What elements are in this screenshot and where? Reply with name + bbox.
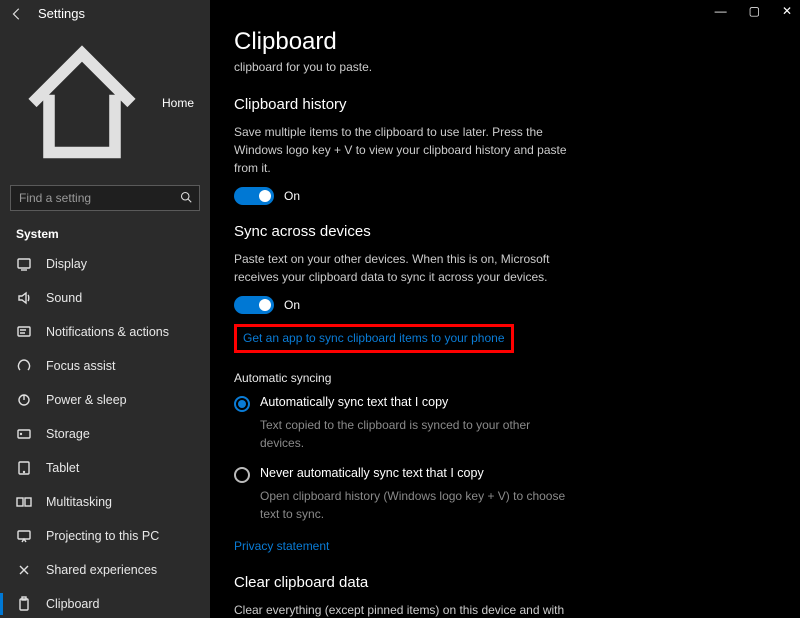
content: Clipboard clipboard for you to paste. Cl…: [210, 0, 800, 618]
privacy-link[interactable]: Privacy statement: [234, 537, 776, 556]
auto-sync-heading: Automatic syncing: [234, 371, 776, 385]
section-label: System: [0, 217, 210, 247]
sync-desc: Paste text on your other devices. When t…: [234, 250, 574, 286]
back-icon[interactable]: [10, 7, 24, 21]
radio-auto-sync-label: Automatically sync text that I copy: [260, 395, 448, 409]
sidebar-item-storage[interactable]: Storage: [0, 417, 210, 451]
tablet-icon: [16, 460, 32, 476]
sidebar-item-label: Tablet: [46, 461, 79, 475]
history-desc: Save multiple items to the clipboard to …: [234, 123, 574, 177]
sidebar-item-display[interactable]: Display: [0, 247, 210, 281]
app-title: Settings: [38, 6, 85, 21]
projecting-icon: [16, 528, 32, 544]
history-toggle[interactable]: On: [234, 187, 776, 205]
sidebar-item-power-sleep[interactable]: Power & sleep: [0, 383, 210, 417]
sidebar-item-label: Shared experiences: [46, 563, 157, 577]
clear-heading: Clear clipboard data: [234, 574, 776, 591]
sidebar-item-label: Clipboard: [46, 597, 100, 611]
minimize-button[interactable]: —: [715, 4, 727, 18]
home-label: Home: [162, 96, 194, 110]
sidebar-item-shared-experiences[interactable]: Shared experiences: [0, 553, 210, 587]
close-button[interactable]: ✕: [782, 4, 792, 18]
sidebar-item-label: Display: [46, 257, 87, 271]
focus-assist-icon: [16, 358, 32, 374]
sync-toggle-state: On: [284, 298, 300, 312]
sync-phone-link[interactable]: Get an app to sync clipboard items to yo…: [243, 331, 505, 345]
shared-experiences-icon: [16, 562, 32, 578]
sidebar-item-label: Projecting to this PC: [46, 529, 159, 543]
sidebar-item-label: Multitasking: [46, 495, 112, 509]
notifications-icon: [16, 324, 32, 340]
sidebar-item-label: Notifications & actions: [46, 325, 169, 339]
display-icon: [16, 256, 32, 272]
nav-home[interactable]: Home: [0, 27, 210, 179]
sync-link-highlight: Get an app to sync clipboard items to yo…: [234, 324, 514, 353]
radio-never-sync-sub: Open clipboard history (Windows logo key…: [260, 487, 570, 523]
sidebar-item-label: Storage: [46, 427, 90, 441]
radio-never-sync-label: Never automatically sync text that I cop…: [260, 466, 484, 480]
page-title: Clipboard: [234, 28, 776, 56]
sidebar-item-sound[interactable]: Sound: [0, 281, 210, 315]
clear-desc: Clear everything (except pinned items) o…: [234, 601, 574, 618]
history-toggle-state: On: [284, 189, 300, 203]
search-container: [0, 179, 210, 217]
clipboard-icon: [16, 596, 32, 612]
sidebar-item-multitasking[interactable]: Multitasking: [0, 485, 210, 519]
sidebar-item-label: Power & sleep: [46, 393, 127, 407]
sidebar-item-clipboard[interactable]: Clipboard: [0, 587, 210, 618]
sound-icon: [16, 290, 32, 306]
sync-heading: Sync across devices: [234, 223, 776, 240]
sync-toggle[interactable]: On: [234, 296, 776, 314]
sidebar: Settings Home System Display Sound Notific…: [0, 0, 210, 618]
main-panel: — ▢ ✕ Clipboard clipboard for you to pas…: [210, 0, 800, 618]
radio-auto-sync[interactable]: Automatically sync text that I copy: [234, 395, 776, 412]
search-icon: [180, 191, 192, 203]
sidebar-item-projecting-to-this-pc[interactable]: Projecting to this PC: [0, 519, 210, 553]
power-icon: [16, 392, 32, 408]
page-subline: clipboard for you to paste.: [234, 60, 776, 74]
storage-icon: [16, 426, 32, 442]
history-heading: Clipboard history: [234, 96, 776, 113]
radio-never-sync[interactable]: Never automatically sync text that I cop…: [234, 466, 776, 483]
sidebar-item-focus-assist[interactable]: Focus assist: [0, 349, 210, 383]
sidebar-item-tablet[interactable]: Tablet: [0, 451, 210, 485]
radio-auto-sync-sub: Text copied to the clipboard is synced t…: [260, 416, 570, 452]
home-icon: [16, 37, 148, 169]
window-controls: — ▢ ✕: [715, 4, 792, 18]
maximize-button[interactable]: ▢: [749, 4, 760, 18]
multitasking-icon: [16, 494, 32, 510]
titlebar: Settings: [0, 0, 210, 27]
sidebar-item-notifications-actions[interactable]: Notifications & actions: [0, 315, 210, 349]
nav-list: Display Sound Notifications & actions Focus…: [0, 247, 210, 618]
search-input[interactable]: [10, 185, 200, 211]
sidebar-item-label: Sound: [46, 291, 82, 305]
sidebar-item-label: Focus assist: [46, 359, 115, 373]
